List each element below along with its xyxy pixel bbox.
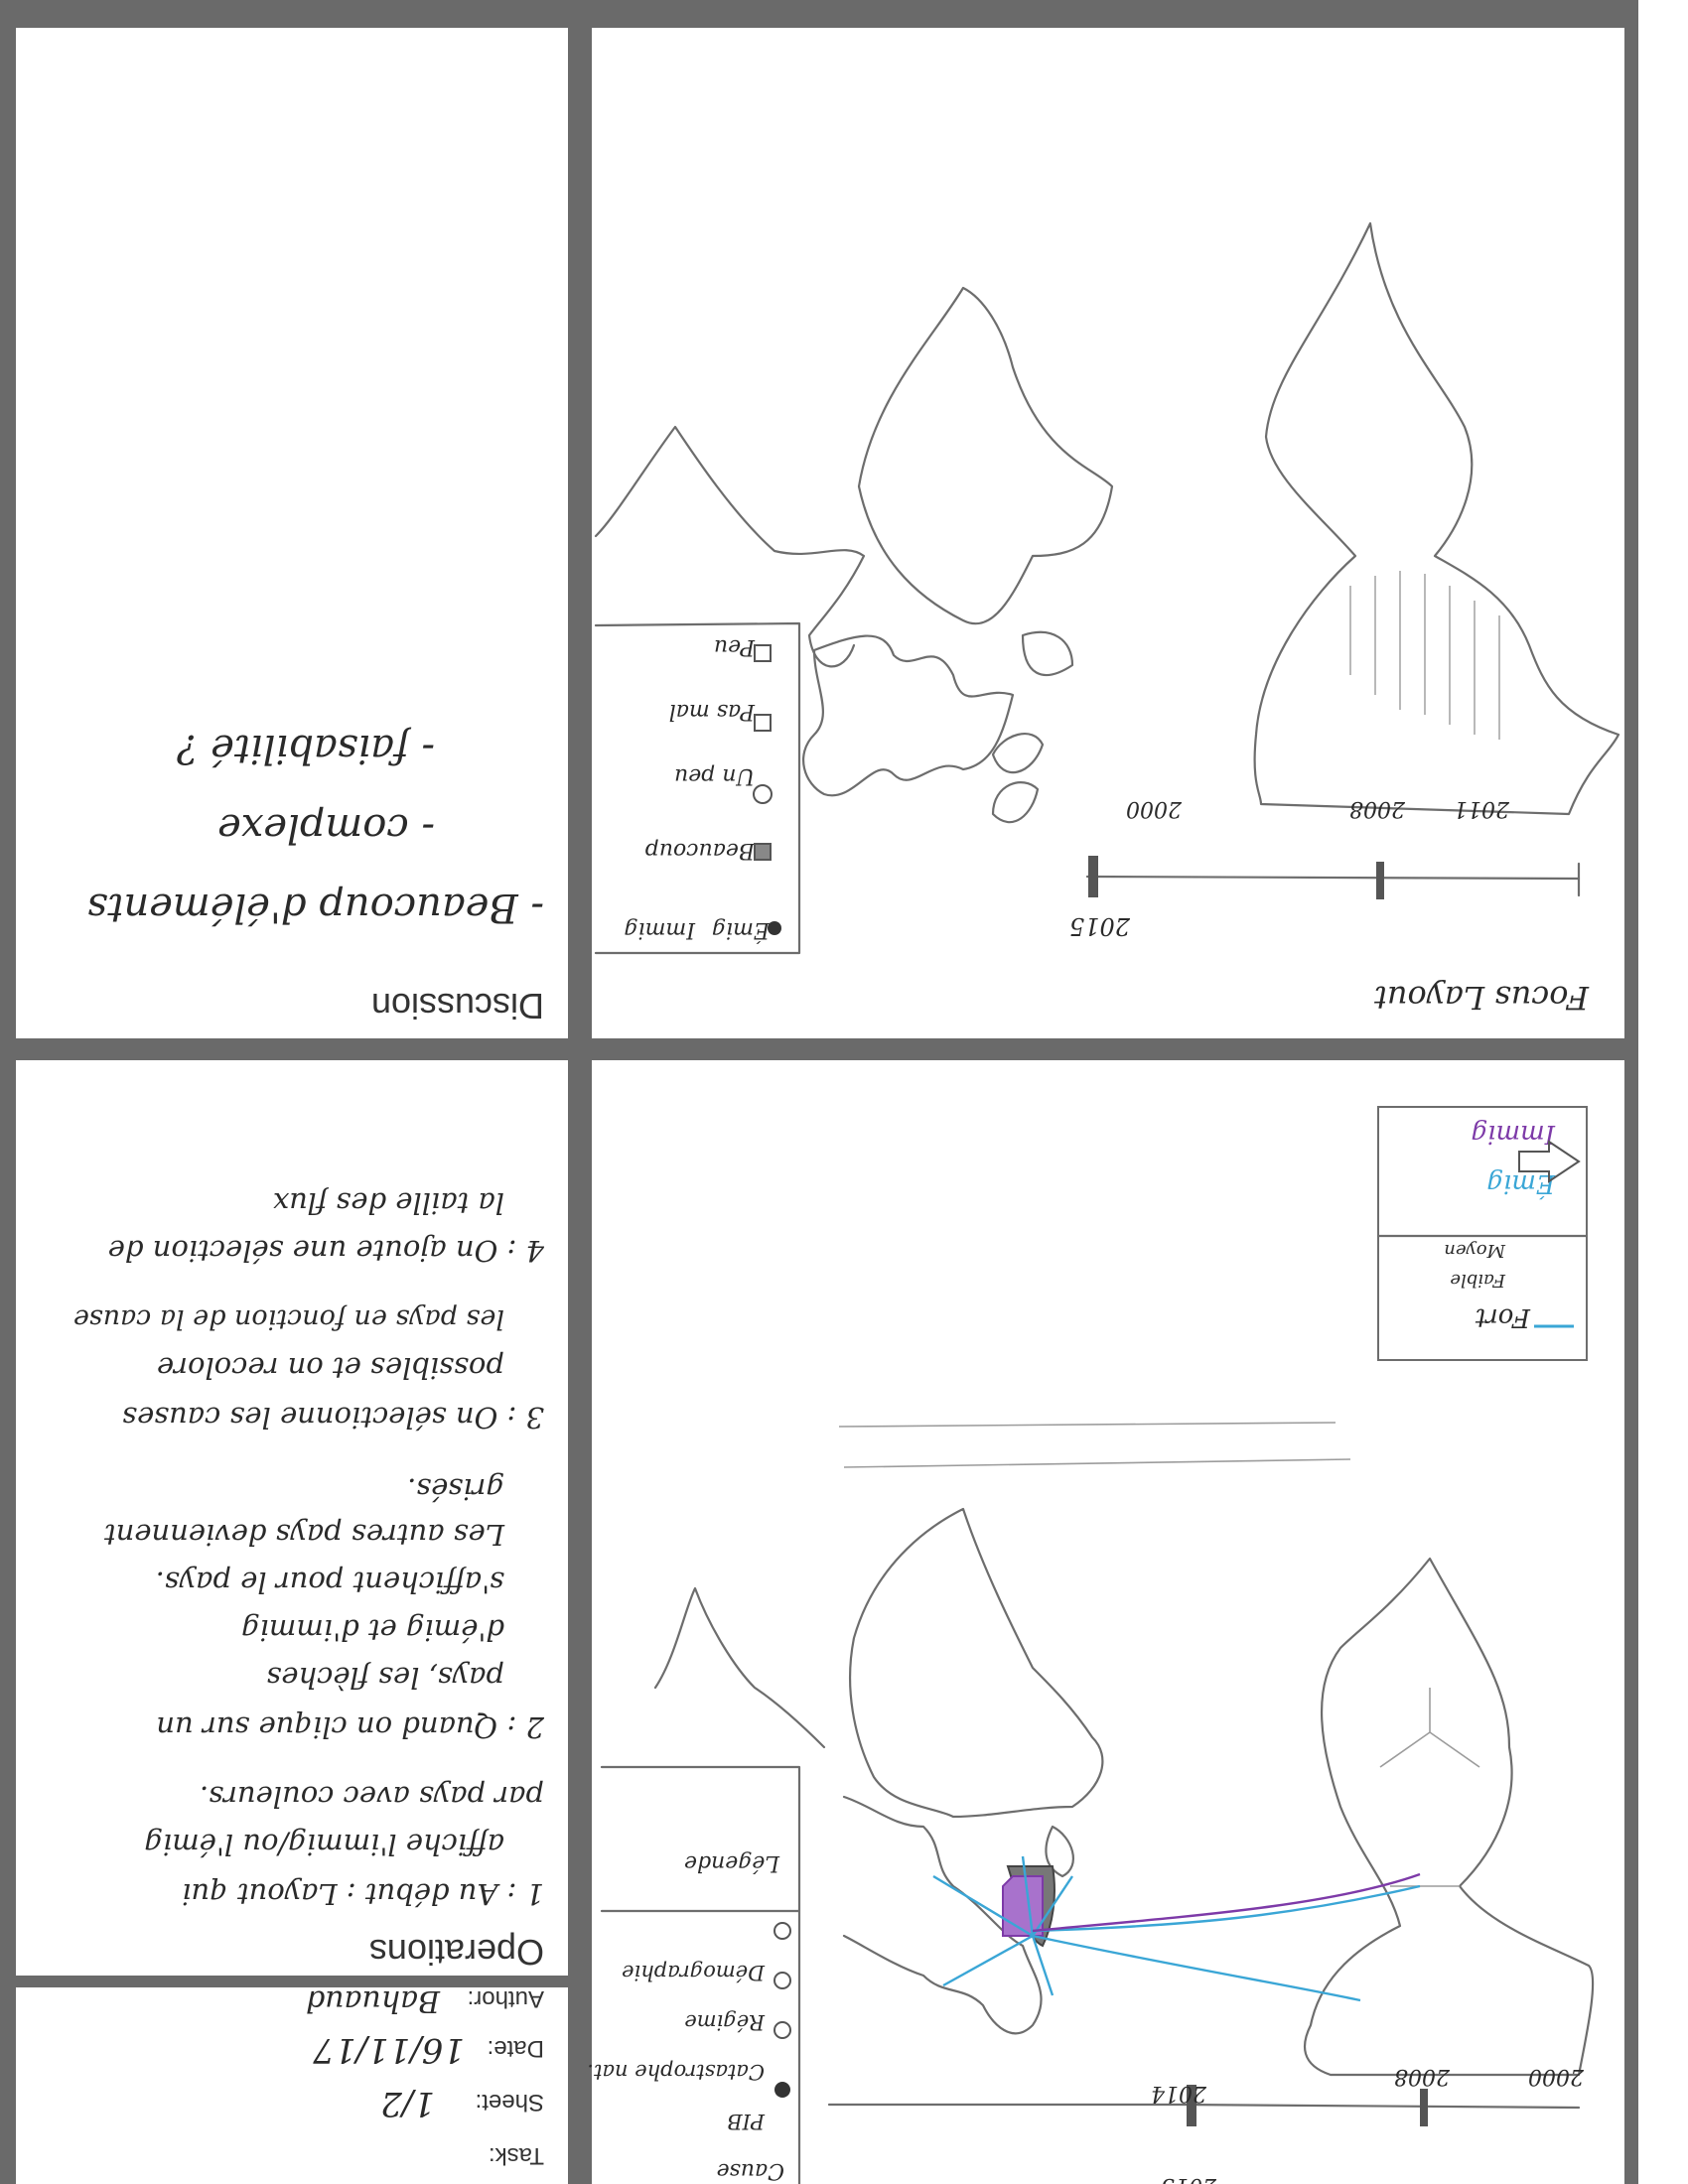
operations-line: 1 : Au début : Layout qui (182, 1877, 544, 1911)
checkbox-icon (754, 843, 772, 861)
operations-line: la taille des flux (273, 1186, 504, 1220)
operations-line: d'émig et d'immig (241, 1613, 504, 1647)
timeline-label: 2014 (1151, 2081, 1207, 2106)
meta-panel (16, 1987, 568, 2184)
radio-icon (768, 921, 781, 935)
operations-line: 3 : On sélectionne les causes (122, 1401, 544, 1434)
operations-line: 2 : Quand on clique sur un (156, 1710, 545, 1744)
sheet-value: 1/2 (380, 2084, 435, 2123)
sketch-sheet: Discussion - Beaucoup d'éléments - compl… (0, 0, 1688, 2184)
cause-option: Catastrophe nat. (587, 2060, 765, 2084)
discussion-line: - Beaucoup d'éléments (87, 885, 544, 930)
timeline-label: 2015 (1161, 2173, 1217, 2184)
date-value: 16/11/17 (313, 2030, 465, 2070)
sheet-label: Sheet: (476, 2089, 544, 2116)
flow-legend-emig: Émig (1486, 1168, 1556, 1200)
discussion-line: - faisabilité ? (177, 726, 435, 771)
operations-title: Operations (369, 1932, 544, 1973)
timeline-label: 2000 (1126, 796, 1183, 821)
flow-legend-size: Fort (1475, 1302, 1531, 1332)
operations-line: les pays en fonction de la cause (73, 1303, 504, 1334)
author-value: Bahuaud (306, 1983, 441, 2018)
focus-checkbox-label: Peu (714, 634, 756, 659)
focus-sketch-panel (592, 28, 1624, 1038)
timeline-label: 2008 (1394, 2064, 1451, 2089)
scan-margin (1638, 0, 1688, 2184)
timeline-label: 2008 (1349, 796, 1406, 821)
operations-line: par pays avec couleurs. (200, 1780, 544, 1814)
operations-line: 4 : On ajoute une sélection de (108, 1234, 545, 1268)
focus-radio-label: Immig (624, 917, 696, 942)
flow-legend-size: Moyen (1444, 1240, 1506, 1261)
operations-line: s'affichent pour le pays. (156, 1566, 504, 1599)
date-label: Date: (488, 2035, 544, 2062)
cause-option: Régime (684, 2010, 766, 2034)
task-label: Task: (489, 2142, 544, 2169)
operations-line: grisés. (407, 1472, 504, 1506)
discussion-line: - complexe (217, 805, 435, 851)
operations-line: affiche l'immig/ou l'émig (144, 1828, 504, 1861)
discussion-title: Discussion (371, 986, 544, 1026)
timeline-handle (1420, 2089, 1428, 2126)
focus-radio-label: Émig (712, 917, 771, 944)
selected-country-highlight (1002, 1875, 1044, 1937)
flow-legend-immig: Immig (1471, 1119, 1556, 1149)
author-label: Author: (468, 1985, 544, 2012)
operations-line: pays, les flèches (266, 1661, 504, 1695)
radio-icon (774, 2082, 790, 2098)
timeline-handle (1088, 856, 1098, 897)
focus-title: Focus Layout (1374, 979, 1590, 1017)
operations-line: possibles et on recolore (157, 1351, 504, 1385)
cause-option: Démographie (622, 1961, 766, 1984)
cause-title: Cause (717, 2158, 784, 2183)
timeline-handle (1376, 862, 1384, 899)
timeline-label: 2011 (1454, 796, 1510, 821)
cause-option: PIB (727, 2110, 766, 2133)
timeline-label: 2000 (1528, 2064, 1585, 2089)
focus-checkbox-label: Pas mal (669, 699, 756, 724)
legend-title: Légende (684, 1850, 780, 1875)
focus-checkbox-label: Un peu (674, 763, 755, 788)
operations-line: Les autres pays deviennent (104, 1518, 505, 1552)
flow-legend-size: Faible (1450, 1270, 1506, 1291)
timeline-label: 2015 (1069, 912, 1131, 940)
focus-checkbox-label: Beaucoup (645, 838, 756, 863)
